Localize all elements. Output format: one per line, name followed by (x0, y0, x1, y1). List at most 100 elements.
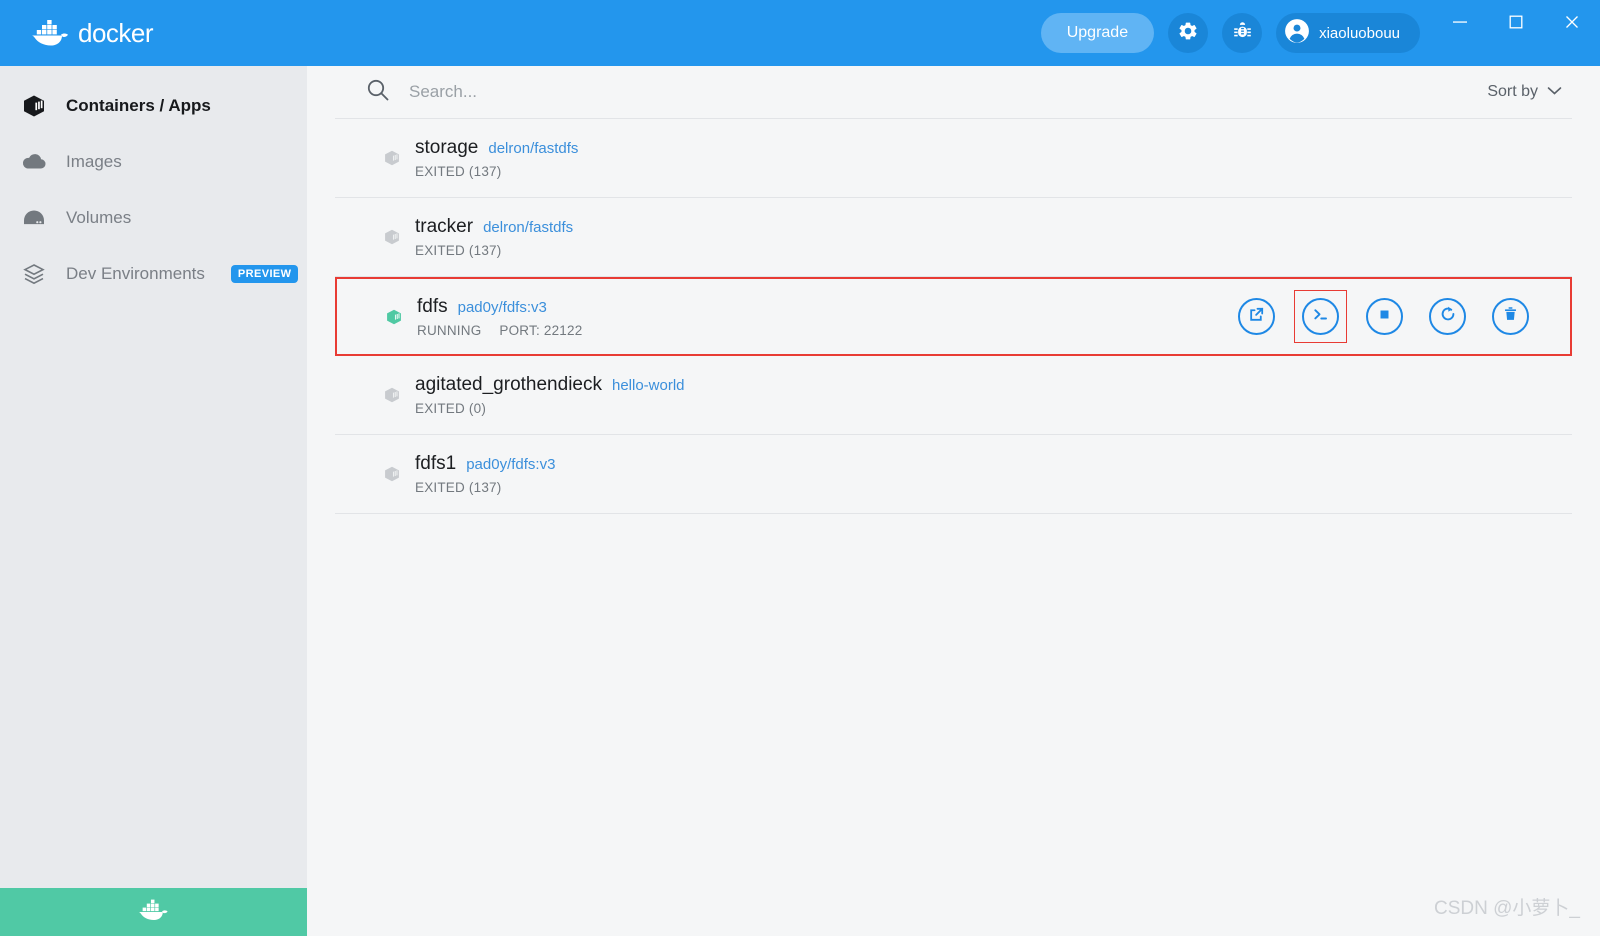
container-title-line: fdfs1 pad0y/fdfs:v3 (415, 453, 1572, 475)
row-action-buttons (1231, 290, 1570, 343)
account-button[interactable]: xiaoluobouu (1276, 13, 1420, 53)
container-name: storage (415, 137, 478, 159)
search-box[interactable] (335, 77, 1487, 108)
container-state: RUNNING (417, 323, 481, 338)
upgrade-button[interactable]: Upgrade (1041, 13, 1154, 53)
container-meta: EXITED (137) (415, 480, 1572, 495)
docker-status-bar[interactable] (0, 888, 307, 936)
close-button[interactable] (1544, 0, 1600, 44)
dev-env-icon (20, 262, 48, 286)
container-meta: EXITED (0) (415, 401, 1572, 416)
open-in-browser-wrap (1231, 291, 1282, 342)
docker-desktop-window: docker Upgrade (0, 0, 1600, 936)
stop-button[interactable] (1366, 298, 1403, 335)
sidebar-item-label: Dev Environments (66, 264, 205, 284)
window-controls (1432, 0, 1600, 44)
container-state: EXITED (137) (415, 480, 501, 495)
account-circle-icon (1284, 18, 1310, 49)
stop-button-wrap (1359, 291, 1410, 342)
container-image[interactable]: delron/fastdfs (483, 219, 573, 236)
account-username: xiaoluobouu (1319, 25, 1400, 42)
delete-button-wrap (1485, 291, 1536, 342)
cloud-icon (20, 150, 48, 174)
sidebar-item-label: Volumes (66, 208, 131, 228)
container-name: fdfs (417, 296, 448, 318)
container-info: fdfs pad0y/fdfs:v3 RUNNING PORT: 22122 (403, 296, 1231, 338)
sidebar: Containers / Apps Images (0, 66, 307, 936)
container-title-line: tracker delron/fastdfs (415, 216, 1572, 238)
container-state: EXITED (137) (415, 164, 501, 179)
chevron-down-icon (1547, 83, 1562, 101)
delete-button[interactable] (1492, 298, 1529, 335)
terminal-prompt-icon (1311, 305, 1330, 329)
container-name: tracker (415, 216, 473, 238)
docker-wordmark: docker (78, 18, 153, 49)
container-status-icon (337, 301, 403, 333)
search-icon (365, 77, 391, 108)
preview-badge: PREVIEW (231, 265, 299, 283)
container-meta: RUNNING PORT: 22122 (417, 323, 1231, 338)
sidebar-item-volumes[interactable]: Volumes (0, 190, 307, 246)
cli-button[interactable] (1302, 298, 1339, 335)
toolbar: Sort by (335, 66, 1572, 119)
search-input[interactable] (409, 82, 929, 102)
sort-by-dropdown[interactable]: Sort by (1487, 83, 1568, 101)
sidebar-nav: Containers / Apps Images (0, 66, 307, 302)
docker-whale-icon (137, 898, 171, 927)
settings-button[interactable] (1168, 13, 1208, 53)
container-info: fdfs1 pad0y/fdfs:v3 EXITED (137) (401, 453, 1572, 495)
main-panel: Sort by (307, 66, 1600, 936)
restart-button[interactable] (1429, 298, 1466, 335)
container-state: EXITED (0) (415, 401, 486, 416)
sidebar-item-images[interactable]: Images (0, 134, 307, 190)
watermark: CSDN @小萝卜_ (1434, 893, 1580, 920)
container-image[interactable]: pad0y/fdfs:v3 (466, 456, 555, 473)
bug-report-button[interactable] (1222, 13, 1262, 53)
container-state: EXITED (137) (415, 243, 501, 258)
container-info: tracker delron/fastdfs EXITED (137) (401, 216, 1572, 258)
sort-by-label: Sort by (1487, 83, 1538, 101)
trash-icon (1501, 305, 1520, 329)
bug-icon (1232, 20, 1253, 46)
maximize-button[interactable] (1488, 0, 1544, 44)
container-icon (20, 94, 48, 118)
title-bar: docker Upgrade (0, 0, 1600, 66)
restart-button-wrap (1422, 291, 1473, 342)
container-info: storage delron/fastdfs EXITED (137) (401, 137, 1572, 179)
table-row-selected[interactable]: fdfs pad0y/fdfs:v3 RUNNING PORT: 22122 (335, 277, 1572, 356)
container-title-line: fdfs pad0y/fdfs:v3 (417, 296, 1231, 318)
header-actions: Upgrade (1041, 0, 1420, 66)
gear-icon (1177, 20, 1199, 47)
cli-button-highlight-box (1294, 290, 1347, 343)
sidebar-item-containers-apps[interactable]: Containers / Apps (0, 78, 307, 134)
container-name: fdfs1 (415, 453, 456, 475)
container-status-icon (335, 379, 401, 411)
open-in-browser-button[interactable] (1238, 298, 1275, 335)
container-image[interactable]: pad0y/fdfs:v3 (458, 299, 547, 316)
container-image[interactable]: delron/fastdfs (488, 140, 578, 157)
restart-icon (1438, 304, 1458, 329)
stop-square-icon (1375, 305, 1394, 329)
docker-logo: docker (0, 18, 153, 49)
container-title-line: storage delron/fastdfs (415, 137, 1572, 159)
table-row[interactable]: agitated_grothendieck hello-world EXITED… (335, 356, 1572, 435)
minimize-button[interactable] (1432, 0, 1488, 44)
container-status-icon (335, 458, 401, 490)
container-port: PORT: 22122 (499, 323, 582, 338)
external-link-icon (1247, 305, 1266, 329)
table-row[interactable]: fdfs1 pad0y/fdfs:v3 EXITED (137) (335, 435, 1572, 514)
table-row[interactable]: storage delron/fastdfs EXITED (137) (335, 119, 1572, 198)
table-row[interactable]: tracker delron/fastdfs EXITED (137) (335, 198, 1572, 277)
container-list: storage delron/fastdfs EXITED (137) (335, 119, 1572, 514)
container-info: agitated_grothendieck hello-world EXITED… (401, 374, 1572, 416)
container-meta: EXITED (137) (415, 164, 1572, 179)
container-status-icon (335, 221, 401, 253)
container-title-line: agitated_grothendieck hello-world (415, 374, 1572, 396)
container-name: agitated_grothendieck (415, 374, 602, 396)
container-meta: EXITED (137) (415, 243, 1572, 258)
volume-icon (20, 206, 48, 230)
docker-whale-icon (30, 18, 72, 48)
sidebar-item-dev-environments[interactable]: Dev Environments PREVIEW (0, 246, 307, 302)
container-image[interactable]: hello-world (612, 377, 685, 394)
sidebar-item-label: Images (66, 152, 122, 172)
